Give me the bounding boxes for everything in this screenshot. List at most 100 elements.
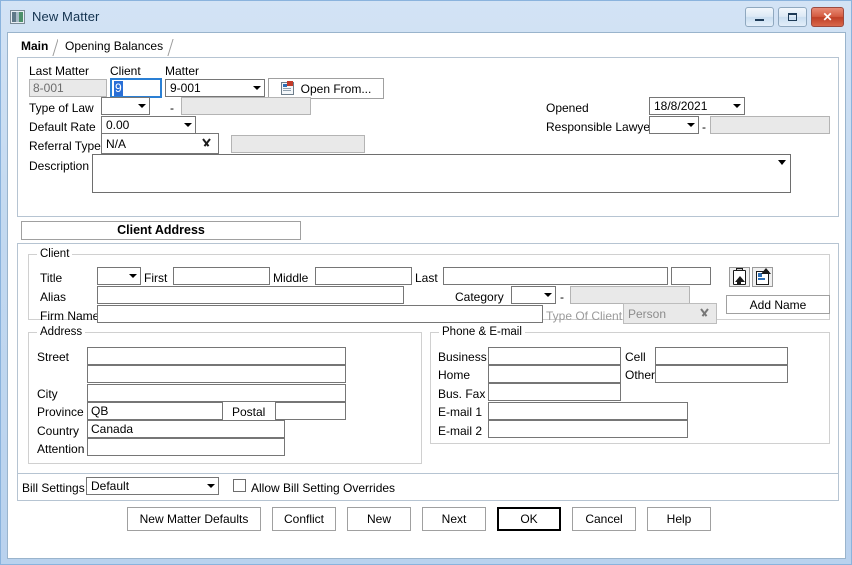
close-icon: ✕ [812,8,843,26]
client-label: Client [110,64,141,78]
chevron-down-icon [778,160,786,165]
first-name-field[interactable] [173,267,270,285]
country-field[interactable]: Canada [87,420,285,438]
chevron-down-icon [544,293,552,297]
city-label: City [37,387,58,401]
title-combo[interactable] [97,267,141,285]
bill-settings-panel: Bill Settings Default Allow Bill Setting… [17,473,839,501]
postal-field[interactable] [275,402,346,420]
open-from-icon [281,82,295,96]
firm-name-field[interactable] [97,305,543,323]
address-group-title: Address [37,326,85,338]
default-rate-value: 0.00 [106,118,129,133]
close-button[interactable]: ✕ [811,7,844,27]
type-of-law-label: Type of Law [29,101,94,115]
type-of-client-combo: Person [623,303,717,324]
province-field[interactable]: QB [87,402,223,420]
province-label: Province [37,405,84,419]
middle-name-label: Middle [273,271,308,285]
ok-label: OK [520,513,537,525]
chevron-down-icon [201,139,212,146]
matter-details-panel: Last Matter Client Matter 8-001 9 9-001 [17,57,839,217]
city-field[interactable] [87,384,346,402]
minimize-icon [746,8,773,26]
new-matter-defaults-button[interactable]: New Matter Defaults [127,507,261,531]
minimize-button[interactable] [745,7,774,27]
open-from-button[interactable]: Open From... [268,78,384,99]
window-frame: New Matter ✕ Main Opening Balances L [0,0,852,565]
first-name-label: First [144,271,167,285]
responsible-lawyer-separator: - [702,120,706,134]
business-phone-label: Business [438,350,487,364]
dialog-body: Main Opening Balances Last Matter Client… [7,32,846,559]
description-label: Description [29,159,89,173]
matter-combo[interactable]: 9-001 [165,79,265,97]
type-of-law-separator: - [170,101,174,115]
home-phone-field[interactable] [488,365,621,383]
new-label: New [367,513,391,525]
last-name-suffix-field[interactable] [671,267,711,285]
street-field[interactable] [87,347,346,365]
category-separator: - [560,290,564,304]
app-window-icon [10,10,25,24]
open-from-label: Open From... [301,83,372,95]
email-1-field[interactable] [488,402,688,420]
cancel-button[interactable]: Cancel [572,507,636,531]
country-label: Country [37,424,79,438]
new-matter-defaults-label: New Matter Defaults [140,513,249,525]
allow-bill-setting-overrides-label: Allow Bill Setting Overrides [251,481,395,495]
bill-settings-combo[interactable]: Default [86,477,219,495]
middle-name-field[interactable] [315,267,412,285]
home-phone-label: Home [438,368,470,382]
other-phone-field[interactable] [655,365,788,383]
matter-label: Matter [165,64,199,78]
default-rate-combo[interactable]: 0.00 [101,116,196,134]
tab-opening-balances-label: Opening Balances [65,39,163,53]
type-of-law-combo[interactable] [101,97,150,115]
tab-main[interactable]: Main [14,38,55,56]
client-input[interactable]: 9 [110,78,162,98]
allow-bill-setting-overrides-checkbox[interactable] [233,479,246,492]
chevron-down-icon [733,104,741,108]
last-matter-field: 8-001 [29,79,107,97]
client-address-panel: Client Title First Middle Last [17,243,839,475]
client-address-section-button[interactable]: Client Address [21,221,301,240]
add-name-button[interactable]: Add Name [726,295,830,314]
business-fax-label: Bus. Fax [438,387,485,401]
paste-from-clipboard-icon[interactable] [752,267,773,287]
help-button[interactable]: Help [647,507,711,531]
client-group-title: Client [37,248,72,260]
responsible-lawyer-label: Responsible Lawyer [546,120,654,134]
business-phone-field[interactable] [488,347,621,365]
next-button[interactable]: Next [422,507,486,531]
referral-type-combo[interactable]: N/A [101,133,219,154]
tab-opening-balances[interactable]: Opening Balances [58,38,170,56]
street-2-field[interactable] [87,365,346,383]
category-combo[interactable] [511,286,556,304]
type-of-law-description [181,97,311,115]
responsible-lawyer-combo[interactable] [649,116,699,134]
responsible-lawyer-description [710,116,830,134]
cell-phone-field[interactable] [655,347,788,365]
matter-combo-value: 9-001 [170,81,201,96]
new-button[interactable]: New [347,507,411,531]
email-2-field[interactable] [488,420,688,438]
chevron-down-icon [138,104,146,108]
attention-field[interactable] [87,438,285,456]
description-field[interactable] [92,154,791,193]
opened-date-picker[interactable]: 18/8/2021 [649,97,745,115]
copy-to-clipboard-icon[interactable] [729,267,750,287]
ok-button[interactable]: OK [497,507,561,531]
alias-field[interactable] [97,286,404,304]
conflict-button[interactable]: Conflict [272,507,336,531]
title-label: Title [40,271,62,285]
category-label: Category [455,290,504,304]
cancel-label: Cancel [585,513,622,525]
client-input-value: 9 [114,81,123,96]
alias-label: Alias [40,290,66,304]
maximize-button[interactable] [778,7,807,27]
title-bar[interactable]: New Matter ✕ [1,1,852,33]
email-2-label: E-mail 2 [438,424,482,438]
business-fax-field[interactable] [488,383,621,401]
last-name-field[interactable] [443,267,668,285]
